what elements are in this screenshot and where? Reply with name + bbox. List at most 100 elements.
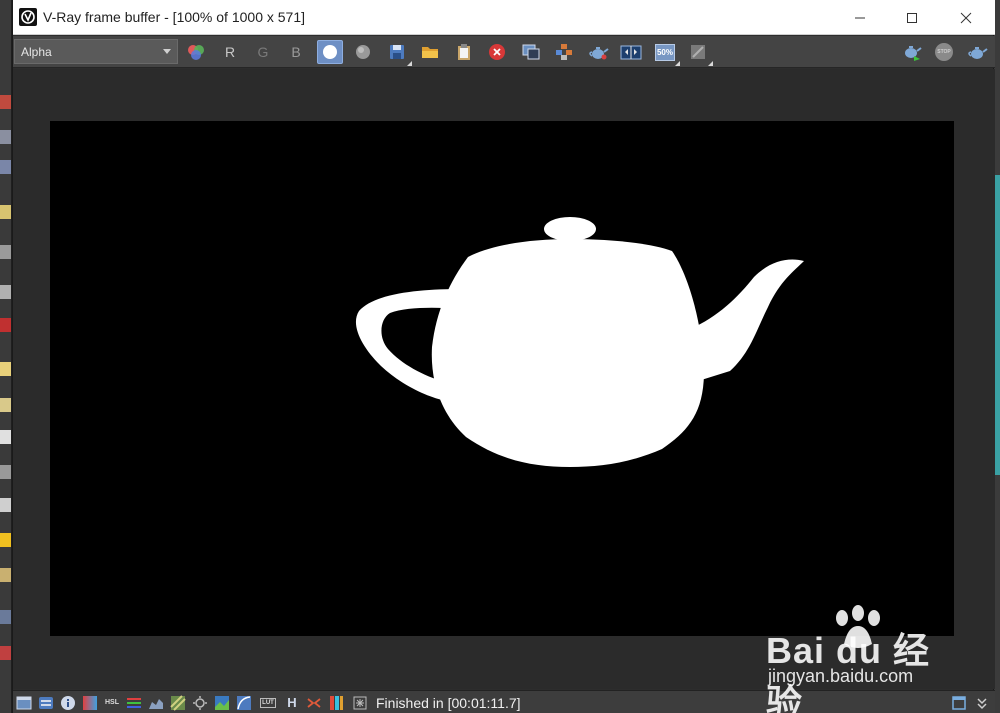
info-icon [61,695,75,710]
bg-tool-icon [0,160,11,174]
lut-button[interactable]: LUT [259,694,277,711]
bg-tool-icon [0,533,11,547]
background-image-button[interactable] [169,694,187,711]
compare-icon [620,45,642,60]
color-balls-icon [188,45,204,60]
h-button[interactable]: H [283,694,301,711]
zoom-50-button[interactable]: 50% [652,40,680,66]
zoom-50-icon: 50% [655,43,675,61]
image-icon [215,695,229,710]
white-circle-icon [323,45,337,59]
hsl-icon: HSL [105,699,119,706]
info-button[interactable] [59,694,77,711]
ab-compare-button[interactable] [618,40,644,64]
bg-tool-icon [0,465,11,479]
channel-dropdown[interactable]: Alpha [14,39,178,64]
close-button[interactable] [943,0,989,35]
bg-tool-icon [0,285,11,299]
bg-tool-icon [0,362,11,376]
history-button[interactable] [37,694,55,711]
duplicate-to-max-vfb-button[interactable] [518,40,544,64]
levels-button[interactable] [81,694,99,711]
curves-button[interactable] [147,694,165,711]
color-balance-button[interactable] [125,694,143,711]
minimize-button[interactable] [837,0,883,35]
compare-split-button[interactable] [305,694,323,711]
split-arrows-icon [307,697,321,708]
srgb-button[interactable] [235,694,253,711]
dropdown-corner-icon [708,61,713,66]
baidu-url-text: jingyan.baidu.com [768,666,914,686]
blue-channel-button[interactable]: B [283,40,309,64]
lens-effects-icon [691,45,705,59]
clear-image-button[interactable] [484,40,510,64]
green-channel-button[interactable]: G [250,40,276,64]
render-teapot-icon [589,47,609,60]
render-teapot-right-icon [968,47,988,59]
region-icon [556,44,572,60]
channel-selected-value: Alpha [21,45,52,59]
rendered-image[interactable] [50,121,954,636]
render-interactive-icon [905,46,922,61]
vray-logo-icon [19,8,37,26]
duplicate-icon [522,44,540,60]
vfb-history-button[interactable] [15,694,33,711]
close-icon [960,12,972,23]
bg-tool-icon [0,430,11,444]
sun-burst-icon [193,695,207,710]
color-bars-icon [127,697,141,708]
bg-tool-icon [0,610,11,624]
render-button[interactable] [964,40,990,64]
exposure-button[interactable] [191,694,209,711]
dropdown-corner-icon [407,61,412,66]
bg-tool-icon [0,568,11,582]
gray-circle-icon [356,45,370,59]
open-folder-icon [422,47,438,58]
color-channels-button[interactable] [183,40,209,64]
open-image-button[interactable] [417,40,443,64]
title-bar[interactable]: V-Ray frame buffer - [100% of 1000 x 571… [13,0,995,35]
bg-tool-icon [0,646,11,660]
pixel-aspect-button[interactable] [351,694,369,711]
save-icon [390,45,404,59]
save-image-button[interactable] [384,40,412,66]
hsl-button[interactable]: HSL [103,694,121,711]
color-strips-icon [330,695,343,710]
lens-effects-button[interactable] [685,40,713,66]
stop-render-button[interactable]: STOP [931,40,957,64]
stop-icon: STOP [935,43,953,61]
ocio-button[interactable] [327,694,345,711]
background-app-toolstrip [0,0,12,713]
teapot-alpha-silhouette [355,217,804,467]
bg-tool-icon [0,398,11,412]
expand-panel-button[interactable] [973,694,991,711]
alpha-mono-button[interactable] [317,40,343,64]
window-title: V-Ray frame buffer - [100% of 1000 x 571… [43,9,306,25]
red-channel-button[interactable]: R [217,40,243,64]
bg-tool-icon [0,95,11,109]
image-viewport[interactable] [13,69,995,689]
srgb-curve-icon [237,695,251,710]
h-icon: H [287,695,297,710]
maximize-button[interactable] [889,0,935,35]
clipboard-icon [458,44,470,60]
history-icon [39,696,53,709]
copy-to-clipboard-button[interactable] [451,40,477,64]
curve-chart-icon [149,698,163,709]
bg-tool-icon [0,130,11,144]
lut-file-button[interactable] [213,694,231,711]
render-last-button[interactable] [585,40,611,64]
render-status-text: Finished in [00:01:11.7] [376,695,521,711]
bg-tool-icon [0,498,11,512]
gradient-icon [83,695,97,710]
bg-tool-icon [0,205,11,219]
dropdown-corner-icon [675,61,680,66]
vfb-toolbar: Alpha R G B 50% STOP [13,36,995,68]
render-interactive-button[interactable] [898,40,924,64]
track-mouse-button[interactable] [551,40,577,64]
bg-tool-icon [0,318,11,332]
mono-mode-button[interactable] [350,40,376,64]
snowflake-icon [353,696,367,709]
baidu-watermark: Bai du 经验 jingyan.baidu.com [766,604,966,713]
stripes-icon [170,694,186,711]
